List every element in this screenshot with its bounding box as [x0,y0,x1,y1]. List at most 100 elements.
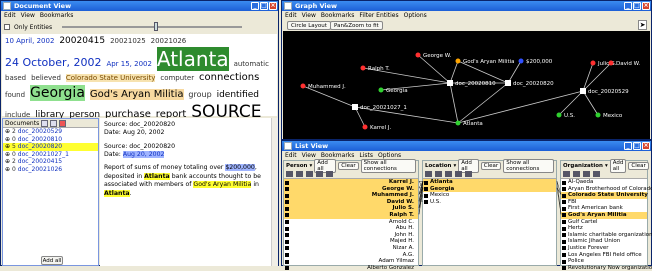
cloud-word[interactable]: believed [31,74,61,82]
tool-icon[interactable] [445,171,452,177]
cloud-word[interactable]: automatic [234,60,269,68]
list-item[interactable]: FBI [561,199,647,206]
maximize-icon[interactable]: □ [633,142,641,150]
sort-dropdown-icon[interactable]: ▾ [605,163,608,169]
graph-node[interactable] [455,120,461,126]
list-item[interactable]: Nizar A. [284,245,418,252]
tool-icon[interactable] [593,171,600,177]
expand-icon[interactable]: ⊕ [5,136,12,143]
doc-link[interactable]: doc_20021026 [18,166,62,173]
minimize-icon[interactable]: _ [251,2,259,10]
cloud-word[interactable]: computer [160,74,194,82]
add-all-button[interactable]: Add all [41,256,63,265]
menu-view[interactable]: View [302,11,316,20]
tool-icon[interactable] [306,171,313,177]
list-item[interactable]: Karrel J. [284,179,418,186]
graph-node[interactable] [505,80,511,86]
list-item[interactable]: Arnold C. [284,219,418,226]
link-icon[interactable] [50,119,58,127]
tool-icon[interactable] [455,171,462,177]
cloud-word[interactable]: 20021026 [151,37,187,45]
list-view-titlebar[interactable]: List View _ □ × [282,141,651,151]
list-item[interactable]: Hertz [561,225,647,232]
tool-icon[interactable] [435,171,442,177]
cloud-word[interactable]: Colorado State University [65,74,156,83]
maximize-icon[interactable]: □ [260,2,268,10]
close-icon[interactable]: × [642,2,650,10]
slider-thumb[interactable] [154,22,159,31]
add-all-button[interactable]: Add all [609,158,627,173]
list-item[interactable]: John H. [284,232,418,239]
expand-icon[interactable]: ⊕ [5,158,12,165]
atlanta-entity[interactable]: Atlanta [104,189,130,197]
graph-node[interactable] [447,80,453,86]
menu-edit[interactable]: Edit [285,151,297,160]
clear-button[interactable]: Clear [480,161,502,170]
graph-node[interactable] [352,104,358,110]
list-item[interactable]: Police [561,258,647,265]
list-item[interactable]: George W. [284,185,418,193]
list-item[interactable]: Majed H. [284,238,418,245]
list-item[interactable]: Los Angeles FBI field office [561,252,647,259]
minimize-icon[interactable]: _ [624,2,632,10]
graph-node[interactable] [608,60,614,66]
graph-node[interactable] [595,112,601,118]
expand-icon[interactable]: ⊕ [5,143,12,150]
list-item[interactable]: Abu H. [284,225,418,232]
graph-node[interactable] [590,60,596,66]
clear-button[interactable]: Clear [338,161,359,170]
tool-icon[interactable] [296,171,303,177]
sort-dropdown-icon[interactable]: ▾ [309,163,312,169]
tool-icon[interactable] [316,171,323,177]
sort-icon[interactable] [41,119,49,127]
graph-node[interactable] [362,124,368,130]
menu-bookmarks[interactable]: Bookmarks [40,11,74,20]
document-view-titlebar[interactable]: Document View _ □ × [1,1,278,11]
cloud-word[interactable]: 10 April, 2002 [5,37,54,45]
close-icon[interactable]: × [642,142,650,150]
close-icon[interactable]: × [269,2,277,10]
list-item[interactable]: Justice Forever [561,245,647,252]
list-item[interactable]: U.S. [423,199,556,206]
tool-icon[interactable] [465,171,472,177]
menu-edit[interactable]: Edit [285,11,297,20]
show-all-connections-button[interactable]: Show all connections [360,158,416,173]
list-item[interactable]: Al-Qaeda [561,179,647,186]
doc-list-item[interactable]: ⊕ 0 doc_20020810 [3,136,98,144]
cloud-word[interactable]: God's Aryan Militia [89,88,184,100]
expand-icon[interactable]: ⊕ [5,128,12,135]
doc-list-item[interactable]: ⊕ 2 doc_20020415 [3,158,98,166]
list-item[interactable]: A.G. [284,252,418,259]
tool-icon[interactable] [326,171,333,177]
pan-zoom-button[interactable]: Pan&Zoom to fit [330,21,383,30]
list-item[interactable]: Muhammed J. [284,192,418,199]
tool-icon[interactable] [563,171,570,177]
cloud-word[interactable]: 24 October, 2002 [5,56,102,69]
sort-dropdown-icon[interactable]: ▾ [453,163,456,169]
graph-view-titlebar[interactable]: Graph View _ □ × [282,1,651,11]
graph-node[interactable] [580,88,586,94]
only-entities-checkbox[interactable] [4,24,10,30]
list-item[interactable]: Georgia [423,185,556,193]
list-item[interactable]: Mexico [423,192,556,199]
list-item[interactable]: Ralph T. [284,211,418,219]
graph-node[interactable] [518,58,524,64]
list-item[interactable]: Aryan Brotherhood of Colorado [561,186,652,193]
menu-bookmarks[interactable]: Bookmarks [321,11,355,20]
list-item[interactable]: Julio S. [284,205,418,212]
maximize-icon[interactable]: □ [633,2,641,10]
graph-node[interactable] [556,112,562,118]
graph-canvas[interactable]: George W. God's Aryan Militia Ralph T. $200… [283,31,650,139]
cloud-word[interactable]: Georgia [30,84,85,101]
tool-icon[interactable] [286,171,293,177]
doc-link[interactable]: doc_20020415 [18,158,62,165]
tool-icon[interactable] [573,171,580,177]
tool-icon[interactable] [425,171,432,177]
doc-link[interactable]: doc_20020529 [18,128,62,135]
doc-link[interactable]: doc_20020810 [18,136,62,143]
list-item[interactable]: First American bank [561,205,647,212]
cloud-word[interactable]: connections [199,72,259,83]
cloud-word[interactable]: based [5,74,26,82]
list-item[interactable]: Adam Yilmaz [284,258,418,265]
delete-icon[interactable] [59,119,67,127]
